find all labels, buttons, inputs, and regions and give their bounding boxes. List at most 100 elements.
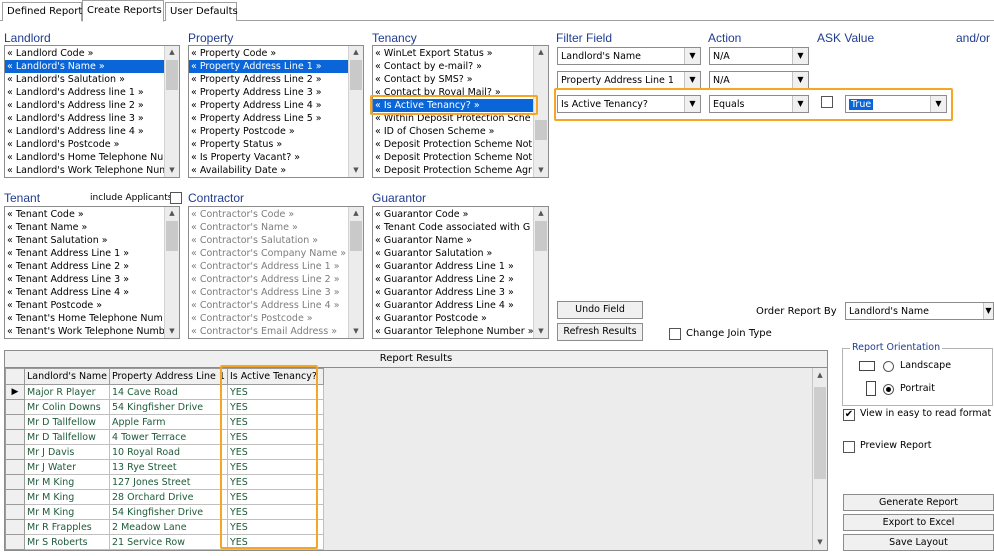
table-cell[interactable]: 28 Orchard Drive [109, 489, 228, 505]
contractor-field-item[interactable]: « Contractor's Email Address » [189, 325, 348, 338]
landlord-field-item[interactable]: « Landlord's Address line 4 » [5, 125, 164, 138]
scrollbar-thumb[interactable] [535, 221, 547, 251]
tenant-field-item[interactable]: « Tenant's Work Telephone Numb [5, 325, 164, 338]
table-cell[interactable]: Mr S Roberts [24, 534, 110, 550]
contractor-field-item[interactable]: « Contractor's Company Name » [189, 247, 348, 260]
guarantor-field-item[interactable]: « Guarantor Code » [373, 208, 533, 221]
row-indicator[interactable] [5, 459, 25, 475]
chevron-down-icon[interactable]: ▼ [684, 96, 700, 112]
export-to-excel-button[interactable]: Export to Excel [843, 514, 994, 531]
landlord-field-item[interactable]: « Landlord's Work Telephone Num [5, 164, 164, 177]
scroll-down-icon[interactable]: ▼ [165, 325, 179, 338]
row-indicator[interactable] [5, 429, 25, 445]
landlord-list-scrollbar[interactable]: ▲ ▼ [164, 46, 179, 177]
refresh-results-button[interactable]: Refresh Results [557, 323, 643, 341]
guarantor-field-item[interactable]: « Guarantor Address Line 2 » [373, 273, 533, 286]
row-indicator[interactable] [5, 414, 25, 430]
guarantor-field-item[interactable]: « Guarantor Name » [373, 234, 533, 247]
tenant-list-scrollbar[interactable]: ▲ ▼ [164, 207, 179, 338]
property-field-item[interactable]: « Property Address Line 5 » [189, 112, 348, 125]
chevron-down-icon[interactable]: ▼ [684, 72, 700, 88]
table-cell[interactable]: 21 Service Row [109, 534, 228, 550]
property-field-item[interactable]: « Property Address Line 3 » [189, 86, 348, 99]
scroll-up-icon[interactable]: ▲ [534, 207, 548, 220]
save-layout-button[interactable]: Save Layout [843, 534, 994, 551]
filter-value-select[interactable]: True ▼ [845, 95, 947, 113]
table-cell[interactable]: Mr J Water [24, 459, 110, 475]
undo-field-button[interactable]: Undo Field [557, 301, 643, 319]
column-header[interactable]: Property Address Line 1 [109, 368, 228, 385]
guarantor-fields-list[interactable]: « Guarantor Code » « Tenant Code associat… [372, 206, 549, 339]
guarantor-field-item[interactable]: « Guarantor Address Line 4 » [373, 299, 533, 312]
property-field-item[interactable]: « Property Postcode » [189, 125, 348, 138]
scroll-down-icon[interactable]: ▼ [349, 164, 363, 177]
row-indicator[interactable] [5, 519, 25, 535]
table-cell[interactable]: Apple Farm [109, 414, 228, 430]
chevron-down-icon[interactable]: ▼ [792, 48, 808, 64]
view-easy-checkbox[interactable]: ✔ [843, 409, 855, 421]
tab-create-reports[interactable]: Create Reports [82, 0, 164, 22]
scrollbar-thumb[interactable] [535, 120, 547, 140]
scroll-up-icon[interactable]: ▲ [165, 207, 179, 220]
scroll-down-icon[interactable]: ▼ [534, 325, 548, 338]
chevron-down-icon[interactable]: ▼ [983, 303, 993, 319]
filter-field-select-1[interactable]: Landlord's Name ▼ [557, 47, 701, 65]
landlord-field-item[interactable]: « Landlord's Address line 2 » [5, 99, 164, 112]
row-indicator[interactable] [5, 444, 25, 460]
tenancy-field-item[interactable]: « Deposit Protection Scheme Not [373, 151, 533, 164]
scrollbar-thumb[interactable] [814, 387, 826, 479]
contractor-field-item[interactable]: « Contractor's Postcode » [189, 312, 348, 325]
action-select-2[interactable]: N/A ▼ [709, 71, 809, 89]
table-cell[interactable]: Mr D Tallfellow [24, 414, 110, 430]
guarantor-field-item[interactable]: « Guarantor Address Line 1 » [373, 260, 533, 273]
tenant-field-item[interactable]: « Tenant Address Line 2 » [5, 260, 164, 273]
tenancy-field-item[interactable]: « WinLet Export Status » [373, 47, 533, 60]
filter-field-select-2[interactable]: Property Address Line 1 ▼ [557, 71, 701, 89]
table-cell[interactable]: 2 Meadow Lane [109, 519, 228, 535]
guarantor-list-scrollbar[interactable]: ▲ ▼ [533, 207, 548, 338]
generate-report-button[interactable]: Generate Report [843, 494, 994, 511]
contractor-list-scrollbar[interactable]: ▲ ▼ [348, 207, 363, 338]
property-field-item[interactable]: « Property Address Line 4 » [189, 99, 348, 112]
row-indicator[interactable] [5, 399, 25, 415]
landlord-field-item[interactable]: « Landlord's Home Telephone Nu [5, 151, 164, 164]
order-report-by-select[interactable]: Landlord's Name ▼ [845, 302, 994, 320]
table-cell[interactable]: 4 Tower Terrace [109, 429, 228, 445]
contractor-field-item[interactable]: « Contractor's Address Line 2 » [189, 273, 348, 286]
scroll-up-icon[interactable]: ▲ [165, 46, 179, 59]
table-cell[interactable]: Mr M King [24, 474, 110, 490]
table-cell[interactable]: 54 Kingfisher Drive [109, 399, 228, 415]
chevron-down-icon[interactable]: ▼ [792, 72, 808, 88]
scroll-up-icon[interactable]: ▲ [813, 368, 827, 383]
tenancy-field-item[interactable]: « Contact by SMS? » [373, 73, 533, 86]
scrollbar-thumb[interactable] [350, 60, 362, 90]
scroll-up-icon[interactable]: ▲ [349, 207, 363, 220]
property-field-item[interactable]: « Property Status » [189, 138, 348, 151]
table-cell[interactable]: 127 Jones Street [109, 474, 228, 490]
table-cell[interactable]: 14 Cave Road [109, 384, 228, 400]
scroll-up-icon[interactable]: ▲ [534, 46, 548, 59]
column-header[interactable]: Landlord's Name [24, 368, 110, 385]
tenant-field-item[interactable]: « Tenant's Home Telephone Num [5, 312, 164, 325]
tenancy-field-item[interactable]: « ID of Chosen Scheme » [373, 125, 533, 138]
scroll-down-icon[interactable]: ▼ [349, 325, 363, 338]
guarantor-field-item[interactable]: « Tenant Code associated with G [373, 221, 533, 234]
tenant-field-item[interactable]: « Tenant Address Line 1 » [5, 247, 164, 260]
property-fields-list[interactable]: « Property Code » « Property Address Line… [188, 45, 364, 178]
property-field-item[interactable]: « Property Code » [189, 47, 348, 60]
include-applicants-checkbox[interactable] [170, 192, 182, 204]
chevron-down-icon[interactable]: ▼ [930, 96, 946, 112]
scrollbar-thumb[interactable] [350, 221, 362, 251]
landlord-field-item[interactable]: « Landlord's Address line 3 » [5, 112, 164, 125]
contractor-field-item[interactable]: « Contractor's Name » [189, 221, 348, 234]
guarantor-field-item[interactable]: « Guarantor Address Line 3 » [373, 286, 533, 299]
tenancy-field-item[interactable]: « Deposit Protection Scheme Not [373, 138, 533, 151]
change-join-type-checkbox[interactable] [669, 328, 681, 340]
contractor-field-item[interactable]: « Contractor's Address Line 4 » [189, 299, 348, 312]
landlord-fields-list[interactable]: « Landlord Code » « Landlord's Name » « La… [4, 45, 180, 178]
tab-defined-reports[interactable]: Defined Reports [2, 2, 88, 21]
table-cell[interactable]: Mr M King [24, 504, 110, 520]
contractor-field-item[interactable]: « Contractor's Salutation » [189, 234, 348, 247]
table-cell[interactable]: 13 Rye Street [109, 459, 228, 475]
landlord-field-item[interactable]: « Landlord's Salutation » [5, 73, 164, 86]
